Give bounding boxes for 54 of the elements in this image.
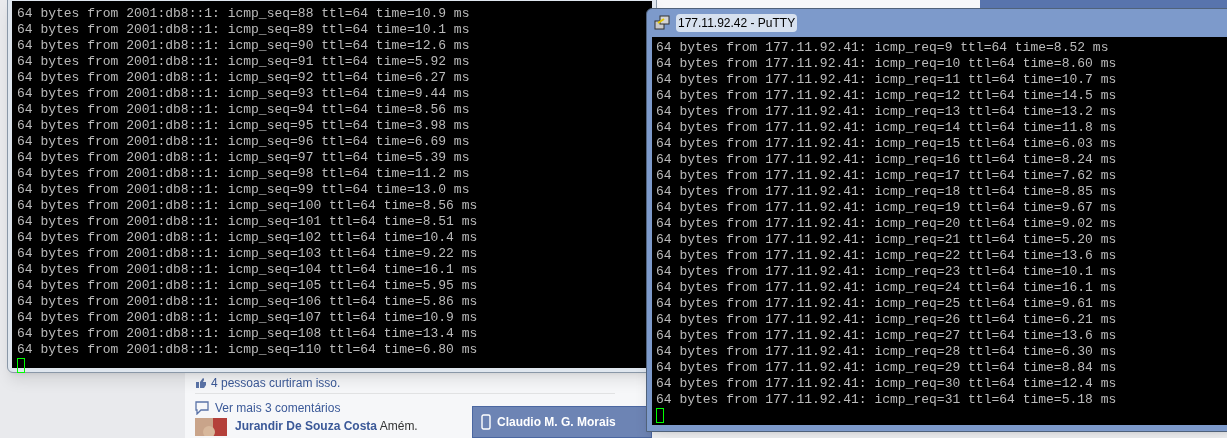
chat-tab[interactable]: Claudio M. G. Morais <box>472 406 652 438</box>
terminal-line: 64 bytes from 177.11.92.41: icmp_req=31 ttl=64 time=5.18 ms <box>656 392 1118 408</box>
terminal-line: 64 bytes from 177.11.92.41: icmp_req=28 ttl=64 time=6.30 ms <box>656 344 1118 360</box>
terminal-line: 64 bytes from 177.11.92.41: icmp_req=14 ttl=64 time=11.8 ms <box>656 120 1118 136</box>
terminal-line: 64 bytes from 177.11.92.41: icmp_req=27 ttl=64 time=13.6 ms <box>656 328 1118 344</box>
terminal-line: 64 bytes from 177.11.92.41: icmp_req=21 ttl=64 time=5.20 ms <box>656 232 1118 248</box>
terminal-line: 64 bytes from 177.11.92.41: icmp_req=16 ttl=64 time=8.24 ms <box>656 152 1118 168</box>
terminal-line: 64 bytes from 2001:db8::1: icmp_seq=98 ttl=64 time=11.2 ms <box>17 166 471 182</box>
terminal-line: 64 bytes from 2001:db8::1: icmp_seq=89 ttl=64 time=10.1 ms <box>17 22 471 38</box>
terminal-line: 64 bytes from 177.11.92.41: icmp_req=30 ttl=64 time=12.4 ms <box>656 376 1118 392</box>
like-icon <box>195 376 207 389</box>
terminal-line: 64 bytes from 2001:db8::1: icmp_seq=105 ttl=64 time=5.95 ms <box>17 278 479 294</box>
terminal-line: 64 bytes from 2001:db8::1: icmp_seq=90 ttl=64 time=12.6 ms <box>17 38 471 54</box>
terminal-line: 64 bytes from 177.11.92.41: icmp_req=19 ttl=64 time=9.67 ms <box>656 200 1118 216</box>
terminal-line: 64 bytes from 2001:db8::1: icmp_seq=100 ttl=64 time=8.56 ms <box>17 198 479 214</box>
terminal-line: 64 bytes from 177.11.92.41: icmp_req=20 ttl=64 time=9.02 ms <box>656 216 1118 232</box>
terminal-line: 64 bytes from 177.11.92.41: icmp_req=24 ttl=64 time=16.1 ms <box>656 280 1118 296</box>
putty-icon <box>654 15 670 31</box>
terminal-line: 64 bytes from 177.11.92.41: icmp_req=23 ttl=64 time=10.1 ms <box>656 264 1118 280</box>
terminal-line: 64 bytes from 177.11.92.41: icmp_req=18 ttl=64 time=8.85 ms <box>656 184 1118 200</box>
terminal-line: 64 bytes from 2001:db8::1: icmp_seq=94 ttl=64 time=8.56 ms <box>17 102 471 118</box>
terminal-line: 64 bytes from 177.11.92.41: icmp_req=10 ttl=64 time=8.60 ms <box>656 56 1118 72</box>
terminal-line: 64 bytes from 177.11.92.41: icmp_req=26 ttl=64 time=6.21 ms <box>656 312 1118 328</box>
terminal-line: 64 bytes from 177.11.92.41: icmp_req=17 ttl=64 time=7.62 ms <box>656 168 1118 184</box>
terminal-line: 64 bytes from 177.11.92.41: icmp_req=15 ttl=64 time=6.03 ms <box>656 136 1118 152</box>
terminal-line: 64 bytes from 177.11.92.41: icmp_req=11 ttl=64 time=10.7 ms <box>656 72 1118 88</box>
terminal-line: 64 bytes from 2001:db8::1: icmp_seq=110 ttl=64 time=6.80 ms <box>17 342 479 358</box>
phone-icon <box>481 414 491 430</box>
terminal-line: 64 bytes from 2001:db8::1: icmp_seq=88 ttl=64 time=10.9 ms <box>17 6 471 22</box>
terminal-line: 64 bytes from 2001:db8::1: icmp_seq=95 ttl=64 time=3.98 ms <box>17 118 471 134</box>
terminal-line: 64 bytes from 2001:db8::1: icmp_seq=96 ttl=64 time=6.69 ms <box>17 134 471 150</box>
terminal-line: 64 bytes from 2001:db8::1: icmp_seq=99 ttl=64 time=13.0 ms <box>17 182 471 198</box>
terminal-line: 64 bytes from 2001:db8::1: icmp_seq=91 ttl=64 time=5.92 ms <box>17 54 471 70</box>
window-title: 177.11.92.42 - PuTTY <box>676 14 798 32</box>
terminal-line: 64 bytes from 2001:db8::1: icmp_seq=101 ttl=64 time=8.51 ms <box>17 214 479 230</box>
comment-icon <box>195 400 209 415</box>
terminal-line: 64 bytes from 177.11.92.41: icmp_req=12 ttl=64 time=14.5 ms <box>656 88 1118 104</box>
terminal-line: 64 bytes from 177.11.92.41: icmp_req=29 ttl=64 time=8.84 ms <box>656 360 1118 376</box>
terminal-line: 64 bytes from 177.11.92.41: icmp_req=9 ttl=64 time=8.52 ms <box>656 40 1110 56</box>
terminal-line: 64 bytes from 2001:db8::1: icmp_seq=108 ttl=64 time=13.4 ms <box>17 326 479 342</box>
terminal-line: 64 bytes from 177.11.92.41: icmp_req=13 ttl=64 time=13.2 ms <box>656 104 1118 120</box>
terminal-line: 64 bytes from 2001:db8::1: icmp_seq=106 ttl=64 time=5.86 ms <box>17 294 479 310</box>
more-comments-link[interactable]: Ver mais 3 comentários <box>215 398 341 417</box>
likes-text: 4 pessoas curtiram isso. <box>211 374 341 392</box>
terminal-line: 64 bytes from 177.11.92.41: icmp_req=25 ttl=64 time=9.61 ms <box>656 296 1118 312</box>
terminal-line: 64 bytes from 2001:db8::1: icmp_seq=103 ttl=64 time=9.22 ms <box>17 246 479 262</box>
terminal-line: 64 bytes from 2001:db8::1: icmp_seq=102 ttl=64 time=10.4 ms <box>17 230 479 246</box>
comment-text: Jurandir De Souza Costa Amém. <box>235 418 418 434</box>
terminal-line: 64 bytes from 2001:db8::1: icmp_seq=97 ttl=64 time=5.39 ms <box>17 150 471 166</box>
terminal-line: 64 bytes from 2001:db8::1: icmp_seq=92 ttl=64 time=6.27 ms <box>17 70 471 86</box>
terminal-line: 64 bytes from 2001:db8::1: icmp_seq=104 ttl=64 time=16.1 ms <box>17 262 479 278</box>
terminal-line: 64 bytes from 177.11.92.41: icmp_req=22 ttl=64 time=13.6 ms <box>656 248 1118 264</box>
terminal-line: 64 bytes from 2001:db8::1: icmp_seq=93 ttl=64 time=9.44 ms <box>17 86 471 102</box>
terminal-line: 64 bytes from 2001:db8::1: icmp_seq=107 ttl=64 time=10.9 ms <box>17 310 479 326</box>
